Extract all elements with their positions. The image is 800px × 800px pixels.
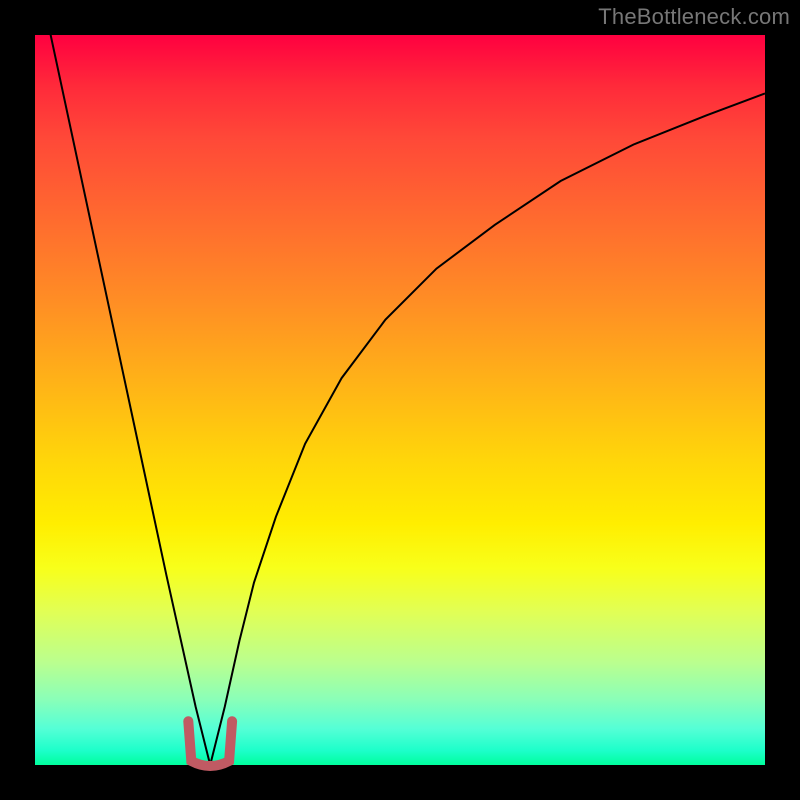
plot-area [35, 35, 765, 765]
curve-right-branch [210, 93, 765, 765]
curve-layer [35, 35, 765, 765]
chart-frame: TheBottleneck.com [0, 0, 800, 800]
minimum-marker [188, 721, 232, 766]
curve-left-branch [35, 0, 210, 765]
watermark-text: TheBottleneck.com [598, 4, 790, 30]
